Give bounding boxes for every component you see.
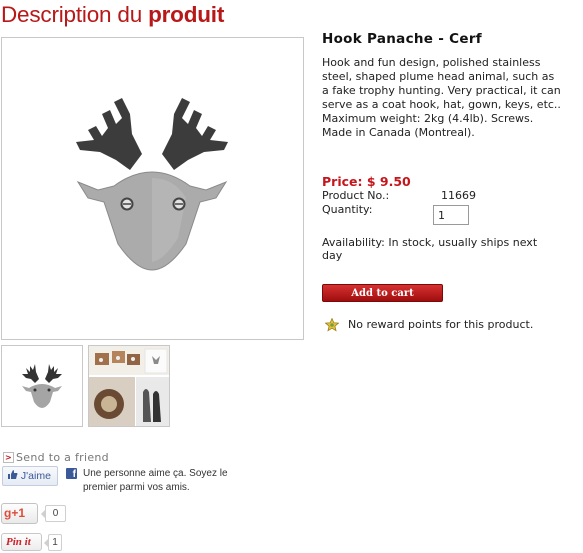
product-title: Hook Panache - Cerf bbox=[322, 31, 482, 47]
facebook-like-button[interactable]: J'aime bbox=[2, 466, 58, 486]
page-heading: Description du produit bbox=[1, 2, 224, 28]
product-number-value: 11669 bbox=[441, 189, 476, 202]
reward-star-icon bbox=[325, 318, 339, 332]
deer-head-hook-thumbnail bbox=[22, 364, 62, 408]
quantity-label: Quantity: bbox=[322, 203, 373, 216]
thumbs-up-icon bbox=[8, 470, 18, 479]
google-plus-label: +1 bbox=[11, 506, 26, 520]
reward-points-text: No reward points for this product. bbox=[348, 318, 534, 331]
send-to-friend-label: Send to a friend bbox=[16, 451, 109, 464]
quantity-input[interactable] bbox=[433, 205, 469, 225]
thumbnail-deer-hook[interactable] bbox=[1, 345, 83, 427]
product-number-label: Product No.: bbox=[322, 189, 390, 202]
google-plus-button[interactable]: g+1 bbox=[1, 503, 38, 524]
product-price: Price: $ 9.50 bbox=[322, 174, 411, 189]
pin-it-count: 1 bbox=[44, 534, 62, 551]
heading-bold-text: produit bbox=[148, 2, 225, 27]
facebook-like-count-text: Une personne aime ça. Soyez le premier p… bbox=[83, 468, 228, 493]
add-to-cart-button[interactable]: Add to cart bbox=[322, 284, 443, 302]
google-plus-count: 0 bbox=[41, 505, 66, 522]
main-product-image[interactable] bbox=[1, 37, 304, 340]
availability-text: Availability: In stock, usually ships ne… bbox=[322, 236, 538, 262]
pin-it-button[interactable]: Pin it bbox=[1, 533, 42, 551]
heading-normal-text: Description du bbox=[1, 2, 149, 27]
hooks-in-use-thumbnail bbox=[89, 346, 169, 426]
send-to-friend-link[interactable]: > Send to a friend bbox=[3, 451, 109, 464]
thumbnail-hooks-in-use[interactable] bbox=[88, 345, 170, 427]
deer-head-hook-image bbox=[76, 98, 228, 271]
facebook-icon: f bbox=[66, 468, 77, 479]
arrow-right-icon: > bbox=[3, 452, 14, 463]
product-description: Hook and fun design, polished stainless … bbox=[322, 56, 561, 139]
facebook-like-label: J'aime bbox=[20, 470, 51, 482]
